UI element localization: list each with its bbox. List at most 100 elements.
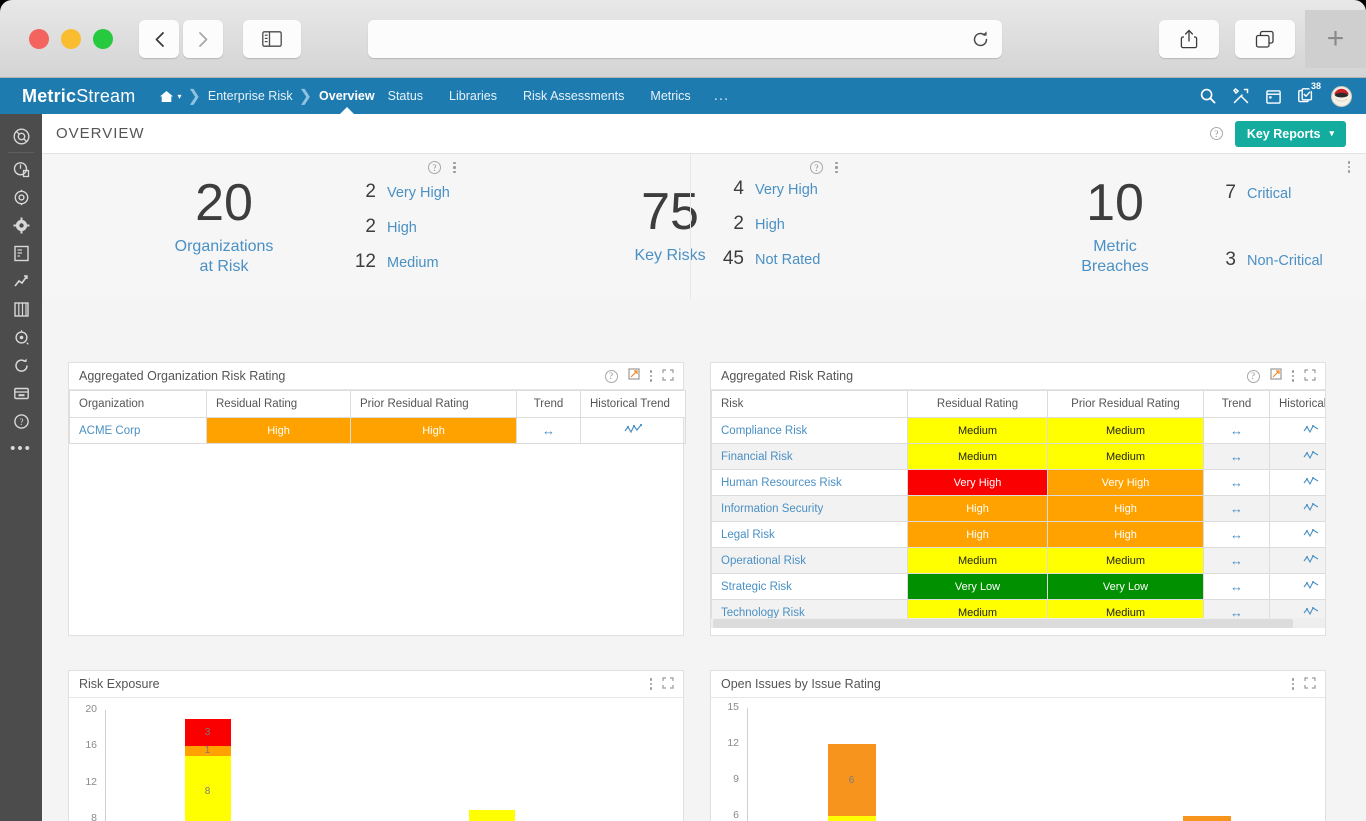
cell-risk[interactable]: Financial Risk	[712, 444, 908, 470]
kpi-key-risks[interactable]: 75 Key Risks	[580, 186, 760, 266]
column-header-risk[interactable]: Risk	[712, 391, 908, 418]
overflow-menu-icon[interactable]	[650, 678, 653, 690]
settings-gear-icon[interactable]	[0, 211, 42, 239]
bar-stack[interactable]: 24	[1183, 816, 1231, 821]
cell-historical-trend[interactable]	[1270, 418, 1326, 444]
window-maximize-button[interactable]	[93, 29, 113, 49]
brand-logo[interactable]: MetricStream	[0, 86, 135, 107]
help-icon[interactable]: ?	[0, 407, 42, 435]
nav-tab-metrics[interactable]: Metrics	[637, 78, 703, 114]
nav-more-button[interactable]: ...	[704, 91, 740, 101]
bar-segment[interactable]: 4	[1183, 816, 1231, 821]
kpi-breakdown-row[interactable]: 2 Very High	[350, 181, 450, 203]
kpi-organizations[interactable]: 20 Organizations at Risk	[134, 177, 314, 277]
help-icon[interactable]: ?	[428, 161, 441, 174]
bar-segment[interactable]: 1	[185, 746, 231, 755]
show-tabs-button[interactable]	[1235, 20, 1295, 58]
column-header-residual-rating[interactable]: Residual Rating	[908, 391, 1048, 418]
bar-segment[interactable]: 8	[185, 756, 231, 821]
search-icon[interactable]	[1200, 88, 1216, 104]
breadcrumb-overview[interactable]: Overview	[319, 78, 375, 114]
help-icon[interactable]: ?	[810, 161, 823, 174]
refresh-icon[interactable]	[0, 351, 42, 379]
table-row[interactable]: Operational RiskMediumMedium↔	[712, 548, 1326, 574]
bar-stack[interactable]: 66	[828, 744, 876, 821]
share-button[interactable]	[1159, 20, 1219, 58]
cell-organization[interactable]: ACME Corp	[70, 418, 207, 444]
table-row[interactable]: Human Resources RiskVery HighVery High↔	[712, 470, 1326, 496]
open-issues-chart[interactable]: 36912151664122212241	[711, 698, 1325, 821]
archive-icon[interactable]	[0, 379, 42, 407]
expand-icon[interactable]	[662, 369, 674, 384]
kpi-metric-breaches[interactable]: 10 Metric Breaches	[1040, 177, 1190, 277]
reload-icon[interactable]	[958, 30, 1002, 49]
cell-historical-trend[interactable]	[1270, 444, 1326, 470]
table-row[interactable]: Strategic RiskVery LowVery Low↔	[712, 574, 1326, 600]
help-icon[interactable]: ?	[1210, 127, 1223, 140]
window-minimize-button[interactable]	[61, 29, 81, 49]
tools-icon[interactable]	[1233, 88, 1249, 104]
tasks-icon[interactable]: 38	[1298, 88, 1314, 104]
horizontal-scrollbar-track[interactable]	[711, 618, 1325, 628]
home-icon[interactable]: ▾	[159, 90, 181, 103]
table-row[interactable]: Legal RiskHighHigh↔	[712, 522, 1326, 548]
export-icon[interactable]	[1270, 367, 1282, 385]
table-row[interactable]: ACME Corp High High ↔	[70, 418, 686, 444]
breadcrumb-enterprise-risk[interactable]: Enterprise Risk	[208, 78, 293, 114]
bar-segment[interactable]: 5	[469, 810, 515, 821]
kpi-breakdown-row[interactable]: 2 High	[350, 216, 450, 238]
lifesaver-icon[interactable]	[0, 122, 42, 150]
target-icon[interactable]	[0, 183, 42, 211]
cell-risk[interactable]: Human Resources Risk	[712, 470, 908, 496]
column-header-trend[interactable]: Trend	[1204, 391, 1270, 418]
column-header-residual-rating[interactable]: Residual Rating	[207, 391, 351, 418]
help-icon[interactable]: ?	[605, 370, 618, 383]
bar-stack[interactable]: 52813	[185, 719, 231, 821]
cell-risk[interactable]: Information Security	[712, 496, 908, 522]
sidebar-toggle-button[interactable]	[243, 20, 301, 58]
column-header-historical-trend[interactable]: Historical Trend	[1270, 391, 1326, 418]
risk-icon[interactable]	[0, 155, 42, 183]
cell-risk[interactable]: Operational Risk	[712, 548, 908, 574]
expand-icon[interactable]	[1304, 677, 1316, 692]
kpi-breakdown-row[interactable]: 3 Non-Critical	[1210, 249, 1323, 271]
table-row[interactable]: Financial RiskMediumMedium↔	[712, 444, 1326, 470]
horizontal-scrollbar-thumb[interactable]	[713, 619, 1293, 628]
compliance-icon[interactable]	[0, 323, 42, 351]
more-icon[interactable]: •••	[0, 435, 42, 463]
nav-tab-status[interactable]: Status	[375, 78, 436, 114]
column-header-prior-residual-rating[interactable]: Prior Residual Rating	[1048, 391, 1204, 418]
table-row[interactable]: Compliance RiskMediumMedium↔	[712, 418, 1326, 444]
export-icon[interactable]	[628, 367, 640, 385]
cell-risk[interactable]: Compliance Risk	[712, 418, 908, 444]
column-header-organization[interactable]: Organization	[70, 391, 207, 418]
new-tab-button[interactable]: +	[1305, 10, 1366, 68]
table-row[interactable]: Information SecurityHighHigh↔	[712, 496, 1326, 522]
assessment-icon[interactable]	[0, 239, 42, 267]
column-header-trend[interactable]: Trend	[517, 391, 581, 418]
user-avatar[interactable]	[1331, 86, 1352, 107]
cell-historical-trend[interactable]	[1270, 574, 1326, 600]
help-icon[interactable]: ?	[1247, 370, 1260, 383]
cell-historical-trend[interactable]	[1270, 522, 1326, 548]
address-bar[interactable]	[368, 20, 1002, 58]
overflow-menu-icon[interactable]	[1348, 161, 1351, 173]
nav-tab-risk-assessments[interactable]: Risk Assessments	[510, 78, 637, 114]
nav-tab-libraries[interactable]: Libraries	[436, 78, 510, 114]
cell-risk[interactable]: Strategic Risk	[712, 574, 908, 600]
cell-historical-trend[interactable]	[581, 418, 686, 444]
column-header-historical-trend[interactable]: Historical Trend	[581, 391, 686, 418]
bar-segment[interactable]: 6	[828, 816, 876, 821]
trend-chart-icon[interactable]	[0, 267, 42, 295]
cell-historical-trend[interactable]	[1270, 496, 1326, 522]
overflow-menu-icon[interactable]	[835, 162, 838, 174]
bar-segment[interactable]: 6	[828, 744, 876, 816]
key-reports-button[interactable]: Key Reports ▾	[1235, 121, 1346, 147]
overflow-menu-icon[interactable]	[650, 370, 653, 382]
cell-risk[interactable]: Legal Risk	[712, 522, 908, 548]
overflow-menu-icon[interactable]	[1292, 678, 1295, 690]
forward-button[interactable]	[183, 20, 223, 58]
library-icon[interactable]	[0, 295, 42, 323]
column-header-prior-residual-rating[interactable]: Prior Residual Rating	[351, 391, 517, 418]
cell-historical-trend[interactable]	[1270, 470, 1326, 496]
